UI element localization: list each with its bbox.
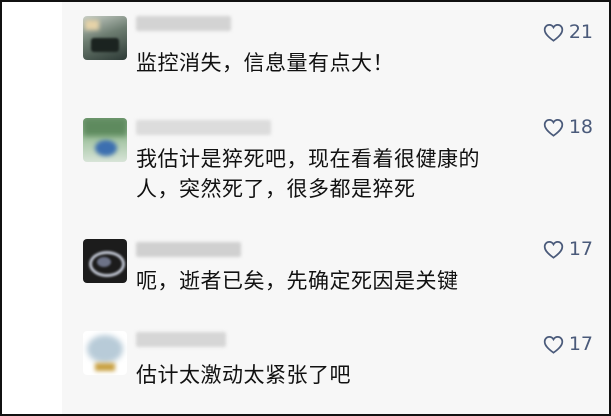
avatar[interactable] bbox=[83, 331, 127, 375]
like-button[interactable]: 17 bbox=[543, 236, 593, 262]
heart-outline-icon bbox=[543, 23, 563, 42]
avatar[interactable] bbox=[83, 118, 127, 162]
comment-text: 呃，逝者已矣，先确定死因是关键 bbox=[136, 269, 459, 293]
heart-outline-icon bbox=[543, 118, 563, 137]
username-blurred[interactable] bbox=[136, 16, 231, 31]
like-count: 17 bbox=[568, 333, 593, 355]
like-count: 21 bbox=[568, 21, 593, 43]
like-count: 17 bbox=[568, 238, 593, 260]
username-blurred[interactable] bbox=[136, 332, 226, 347]
like-button[interactable]: 18 bbox=[543, 114, 593, 140]
heart-outline-icon bbox=[543, 240, 563, 259]
comment-list: 21 监控消失，信息量有点大！ 18 我估计是猝死吧，现在看着很健康的人，突然死… bbox=[62, 2, 609, 414]
username-blurred[interactable] bbox=[136, 120, 271, 135]
like-button[interactable]: 21 bbox=[543, 19, 593, 45]
screenshot-frame: 21 监控消失，信息量有点大！ 18 我估计是猝死吧，现在看着很健康的人，突然死… bbox=[0, 0, 611, 416]
avatar[interactable] bbox=[83, 239, 127, 283]
like-count: 18 bbox=[568, 116, 593, 138]
comment-text: 我估计是猝死吧，现在看着很健康的人，突然死了，很多都是猝死 bbox=[136, 147, 480, 201]
avatar[interactable] bbox=[83, 16, 127, 60]
like-button[interactable]: 17 bbox=[543, 331, 593, 357]
comment-text: 估计太激动太紧张了吧 bbox=[136, 363, 351, 387]
username-blurred[interactable] bbox=[136, 242, 241, 257]
comment-text: 监控消失，信息量有点大！ bbox=[136, 51, 394, 75]
heart-outline-icon bbox=[543, 335, 563, 354]
